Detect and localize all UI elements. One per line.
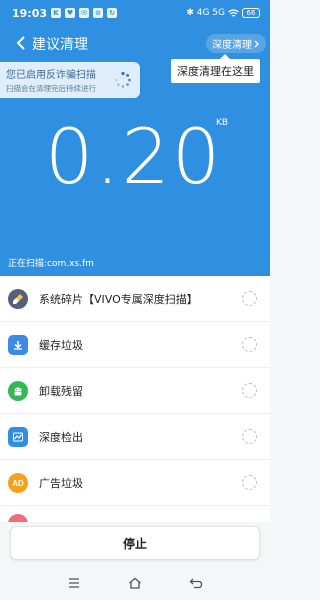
junk-size-unit: KB <box>216 118 229 128</box>
list-item-cache-junk[interactable]: 缓存垃圾 <box>0 322 270 368</box>
loading-spinner-icon <box>115 71 131 88</box>
stop-button[interactable]: 停止 <box>10 526 260 560</box>
scan-header: 19:03 K ♥ ✉ ⊙ ↻ ✱ 4G 5G 66 建议清理 深度清理 您已启… <box>0 0 270 276</box>
chevron-right-icon <box>254 40 259 47</box>
loading-spinner-icon <box>242 337 257 352</box>
svg-text:AD: AD <box>12 479 24 488</box>
list-item-label: 缓存垃圾 <box>39 338 83 352</box>
battery-icon: 66 <box>242 8 260 18</box>
status-time: 19:03 <box>12 6 48 20</box>
scanning-status-text: 正在扫描:com.xs.fm <box>8 259 94 269</box>
list-item-system-fragments[interactable]: 系统碎片【VIVO专属深度扫描】 <box>0 276 270 322</box>
broom-icon <box>8 288 28 309</box>
back-arrow-icon <box>16 36 25 50</box>
back-nav-button[interactable] <box>188 575 204 591</box>
list-item-partial[interactable] <box>0 506 270 522</box>
home-icon <box>129 577 141 589</box>
chart-icon <box>8 426 28 447</box>
list-item-label: 卸载残留 <box>39 384 83 398</box>
list-item-uninstall-residue[interactable]: 卸载残留 <box>0 368 270 414</box>
loading-spinner-icon <box>242 383 257 398</box>
menu-icon <box>69 578 79 588</box>
list-item-deep-detection[interactable]: 深度检出 <box>0 414 270 460</box>
wifi-icon <box>228 8 239 17</box>
home-button[interactable] <box>127 575 143 591</box>
system-navigation-bar <box>0 566 270 600</box>
list-item-label: 深度检出 <box>39 430 83 444</box>
back-button[interactable] <box>12 33 30 53</box>
menu-button[interactable] <box>66 575 82 591</box>
anti-fraud-scan-card[interactable]: 您已启用反诈骗扫描 扫描会在清理完后持续进行 <box>0 62 140 98</box>
notification-icon-4: ⊙ <box>93 8 104 18</box>
partially-hidden-icon <box>8 514 28 522</box>
junk-size-value: 0.20 <box>45 112 223 201</box>
deep-clean-tooltip: 深度清理在这里 <box>171 54 260 83</box>
notification-icon-2: ♥ <box>65 8 76 18</box>
loading-spinner-icon <box>242 475 257 490</box>
junk-category-list: 系统碎片【VIVO专属深度扫描】 缓存垃圾 卸载残留 深度检出 AD 广告垃圾 <box>0 276 270 522</box>
loading-spinner-icon <box>242 429 257 444</box>
return-icon <box>189 578 203 589</box>
list-item-ad-junk[interactable]: AD 广告垃圾 <box>0 460 270 506</box>
list-item-label: 系统碎片【VIVO专属深度扫描】 <box>39 292 198 306</box>
deep-clean-label: 深度清理 <box>212 40 252 51</box>
deep-clean-button[interactable]: 深度清理 <box>206 34 266 53</box>
top-navbar: 建议清理 深度清理 <box>0 30 270 56</box>
android-icon <box>8 380 28 401</box>
list-item-label: 广告垃圾 <box>39 476 83 490</box>
status-bar: 19:03 K ♥ ✉ ⊙ ↻ ✱ 4G 5G 66 <box>0 0 270 26</box>
signal-icons: ✱ 4G 5G <box>186 8 225 18</box>
notification-icon-1: K <box>51 8 62 18</box>
page-title: 建议清理 <box>32 37 88 53</box>
loading-spinner-icon <box>242 291 257 306</box>
notification-icon-5: ↻ <box>107 8 118 18</box>
notification-icon-3: ✉ <box>79 8 90 18</box>
download-icon <box>8 334 28 355</box>
junk-size-display: 0.20 KB <box>0 112 270 202</box>
ad-icon: AD <box>8 472 28 493</box>
